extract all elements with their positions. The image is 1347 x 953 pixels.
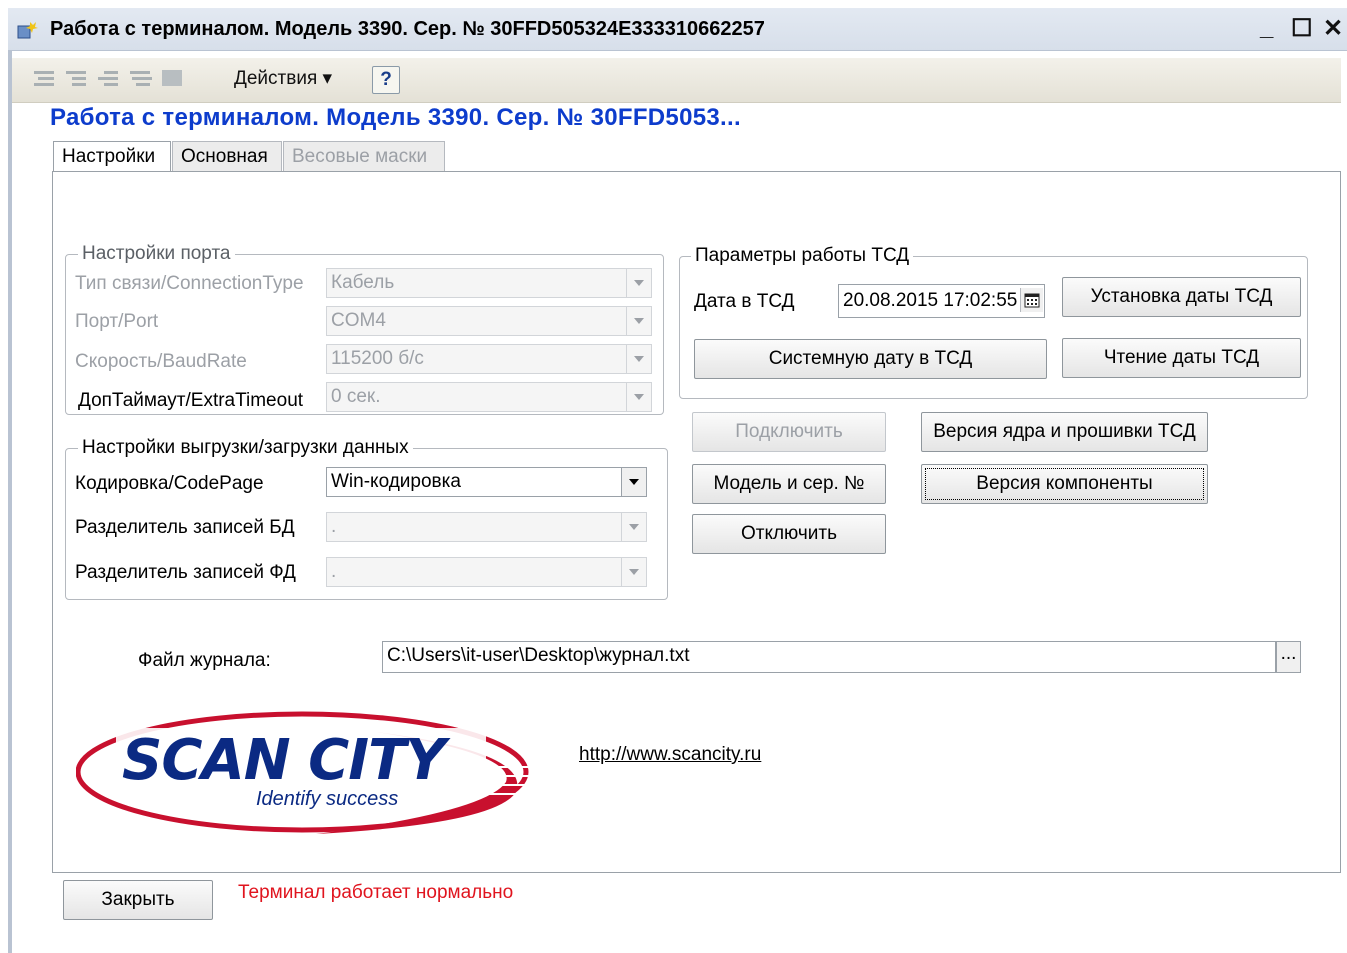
port-select[interactable]: COM4: [326, 306, 652, 336]
save-disk-icon[interactable]: [160, 68, 184, 90]
fd-separator-label: Разделитель записей ФД: [75, 562, 296, 583]
window-title: Работа с терминалом. Модель 3390. Сер. №…: [50, 18, 765, 40]
system-date-to-tsd-button[interactable]: Системную дату в ТСД: [694, 339, 1047, 379]
tsd-date-label: Дата в ТСД: [694, 291, 795, 312]
website-link[interactable]: http://www.scancity.ru: [579, 744, 761, 766]
codepage-label: Кодировка/CodePage: [75, 473, 264, 494]
close-window-button[interactable]: ✕: [1323, 14, 1343, 43]
list-tree-icon[interactable]: [32, 68, 56, 90]
model-serial-button[interactable]: Модель и сер. №: [692, 464, 886, 504]
connection-type-label: Тип связи/ConnectionType: [75, 273, 304, 294]
logo-text: SCAN CITY: [122, 728, 446, 793]
app-icon: [16, 20, 38, 40]
port-label: Порт/Port: [75, 311, 159, 332]
port-settings-title: Настройки порта: [78, 243, 235, 265]
disconnect-button[interactable]: Отключить: [692, 514, 886, 554]
tree-expand-icon[interactable]: [128, 68, 152, 90]
close-button[interactable]: Закрыть: [63, 880, 213, 920]
kernel-version-button[interactable]: Версия ядра и прошивки ТСД: [921, 412, 1208, 452]
connect-button[interactable]: Подключить: [692, 412, 886, 452]
tab-weight-masks[interactable]: Весовые маски: [283, 141, 445, 171]
extra-timeout-select[interactable]: 0 сек.: [326, 382, 652, 412]
read-tsd-date-button[interactable]: Чтение даты ТСД: [1062, 338, 1301, 378]
tsd-date-input[interactable]: 20.08.2015 17:02:55: [838, 284, 1045, 318]
tree-indent-icon[interactable]: [64, 68, 88, 90]
status-message: Терминал работает нормально: [238, 882, 514, 903]
tab-settings[interactable]: Настройки: [53, 141, 171, 173]
scan-city-logo: SCAN CITY Identify success: [75, 692, 536, 846]
maximize-button[interactable]: ☐: [1291, 14, 1313, 43]
data-settings-title: Настройки выгрузки/загрузки данных: [78, 437, 413, 459]
toolbar: Действия ▾ ?: [12, 58, 1341, 103]
extra-timeout-label: ДопТаймаут/ExtraTimeout: [78, 390, 304, 411]
actions-menu[interactable]: Действия ▾: [234, 67, 332, 90]
window-left-border: [8, 50, 12, 953]
baud-rate-select[interactable]: 115200 б/с: [326, 344, 652, 374]
baud-rate-label: Скорость/BaudRate: [75, 351, 247, 372]
log-file-browse-button[interactable]: ...: [1276, 641, 1301, 673]
log-file-input[interactable]: C:\Users\it-user\Desktop\журнал.txt: [382, 641, 1276, 673]
db-separator-select[interactable]: .: [326, 512, 647, 542]
db-separator-label: Разделитель записей БД: [75, 517, 295, 538]
form-title: Работа с терминалом. Модель 3390. Сер. №…: [50, 104, 741, 131]
component-version-button[interactable]: Версия компоненты: [921, 464, 1208, 504]
fd-separator-select[interactable]: .: [326, 557, 647, 587]
tsd-params-title: Параметры работы ТСД: [691, 245, 914, 267]
log-file-label: Файл журнала:: [138, 650, 271, 671]
tree-outdent-icon[interactable]: [96, 68, 120, 90]
help-button[interactable]: ?: [372, 66, 400, 94]
calendar-icon[interactable]: [1020, 288, 1043, 312]
title-bar: Работа с терминалом. Модель 3390. Сер. №…: [8, 8, 1347, 51]
connection-type-select[interactable]: Кабель: [326, 268, 652, 298]
set-tsd-date-button[interactable]: Установка даты ТСД: [1062, 277, 1301, 317]
minimize-button[interactable]: _: [1260, 14, 1273, 42]
logo-tagline: Identify success: [256, 788, 399, 810]
codepage-select[interactable]: Win-кодировка: [326, 467, 647, 497]
tab-main[interactable]: Основная: [172, 141, 282, 171]
